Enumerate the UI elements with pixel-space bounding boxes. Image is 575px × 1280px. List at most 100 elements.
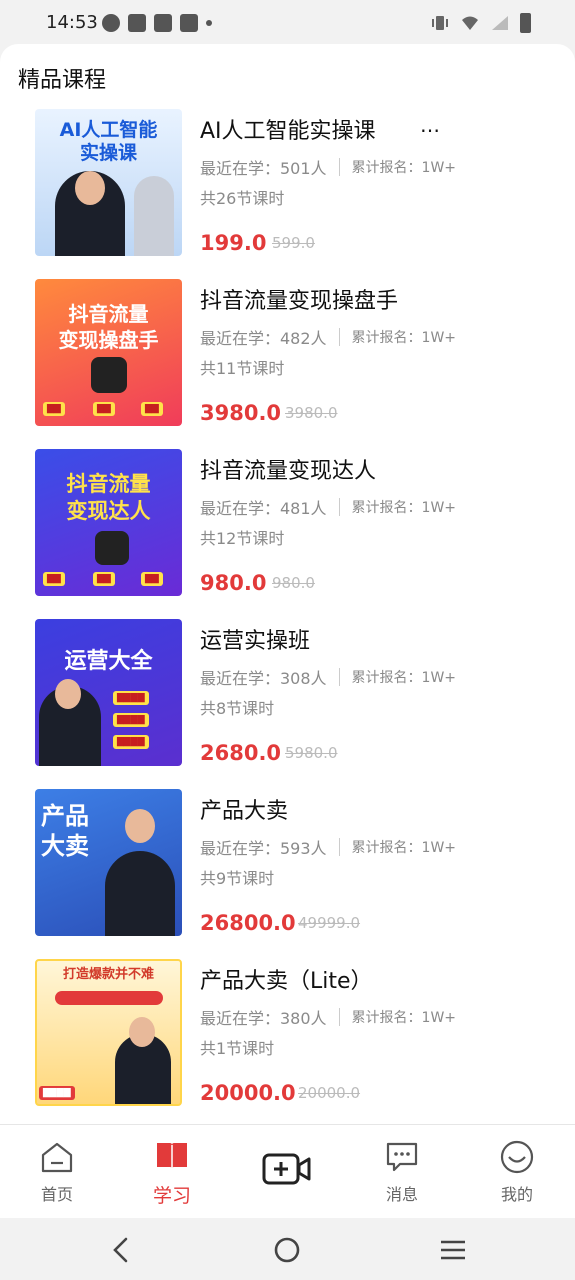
notification-icons bbox=[102, 14, 212, 32]
cover-text: 抖音流量 变现操盘手 bbox=[58, 302, 159, 352]
meta-divider bbox=[338, 668, 340, 686]
tab-mine[interactable]: 我的 bbox=[477, 1139, 557, 1205]
total-enrolled: 累计报名：1W+ bbox=[351, 1010, 457, 1026]
original-price: 5980.0 bbox=[285, 744, 338, 762]
section-title: 精品课程 bbox=[18, 68, 107, 93]
lesson-count: 共11节课时 bbox=[200, 359, 285, 378]
course-title: 运营实操班 bbox=[200, 629, 311, 654]
total-enrolled: 累计报名：1W+ bbox=[351, 500, 457, 516]
lesson-count: 共12节课时 bbox=[200, 529, 285, 548]
recent-learners: 最近在学：482人 bbox=[200, 329, 327, 348]
recent-learners: 最近在学：481人 bbox=[200, 499, 327, 518]
price: 980.0 bbox=[200, 571, 267, 595]
course-title: 抖音流量变现操盘手 bbox=[200, 289, 399, 314]
course-item[interactable]: AI人工智能 实操课 AI人工智能实操课 … 最近在学：501人 累计报名：1W… bbox=[0, 109, 575, 259]
lesson-count: 共8节课时 bbox=[200, 699, 275, 718]
tab-record[interactable] bbox=[247, 1151, 327, 1187]
tab-home[interactable]: 首页 bbox=[17, 1139, 97, 1205]
course-meta: 最近在学：482人 累计报名：1W+ bbox=[200, 325, 456, 349]
cover-tag: ▇▇ bbox=[43, 402, 65, 416]
tab-learn[interactable]: 学习 bbox=[132, 1139, 212, 1208]
instructor-face bbox=[75, 171, 105, 205]
tab-label: 我的 bbox=[500, 1185, 533, 1204]
cover-tag: ▇▇ bbox=[93, 572, 115, 586]
original-price: 980.0 bbox=[272, 574, 315, 592]
system-nav-bar bbox=[0, 1218, 575, 1280]
menu-icon[interactable] bbox=[438, 1235, 468, 1265]
video-camera-icon bbox=[262, 1153, 311, 1185]
course-title: 抖音流量变现达人 bbox=[200, 459, 377, 484]
robot-image bbox=[134, 176, 174, 256]
speed-icon bbox=[102, 14, 120, 32]
cover-text: 抖音流量 变现达人 bbox=[66, 472, 151, 523]
course-item[interactable]: 运营大全 ▇▇▇▇ ▇▇▇▇ ▇▇▇▇ 运营实操班 最近在学：308人 累计报名… bbox=[0, 619, 575, 769]
book-icon bbox=[157, 1143, 187, 1169]
course-list-page: 精品课程 AI人工智能 实操课 AI人工智能实操课 … 最近在学：501人 累计… bbox=[0, 44, 575, 1124]
home-icon bbox=[41, 1142, 73, 1173]
recent-learners: 最近在学：380人 bbox=[200, 1009, 327, 1028]
cover-tag: ▇▇▇▇ bbox=[113, 735, 149, 749]
course-cover: AI人工智能 实操课 bbox=[35, 109, 182, 256]
cover-tag: ▇▇▇▇ bbox=[113, 691, 149, 705]
course-title: 产品大卖 bbox=[200, 799, 289, 824]
instructor-face bbox=[129, 1017, 155, 1047]
meta-divider bbox=[338, 498, 340, 516]
course-item[interactable]: 产品 大卖 产品大卖 最近在学：593人 累计报名：1W+ 共9节课时 2680… bbox=[0, 789, 575, 939]
price: 20000.0 bbox=[200, 1081, 296, 1105]
meta-divider bbox=[338, 158, 340, 176]
tab-messages[interactable]: 消息 bbox=[362, 1139, 442, 1205]
cover-tag: ▇▇ bbox=[43, 572, 65, 586]
cover-text: 产品 大卖 bbox=[41, 802, 89, 860]
course-cover: 抖音流量 变现操盘手 ▇▇ ▇▇ ▇▇ bbox=[35, 279, 182, 426]
original-price: 599.0 bbox=[272, 234, 315, 252]
lesson-count: 共1节课时 bbox=[200, 1039, 275, 1058]
price: 26800.0 bbox=[200, 911, 296, 935]
cover-tag: ▇▇▇▇ bbox=[39, 1086, 75, 1100]
cover-tag: ▇▇ bbox=[93, 402, 115, 416]
lesson-count: 共9节课时 bbox=[200, 869, 275, 888]
total-enrolled: 累计报名：1W+ bbox=[351, 160, 457, 176]
course-cover: 产品 大卖 bbox=[35, 789, 182, 936]
status-time: 14:53 bbox=[46, 12, 98, 33]
tiktok-icon bbox=[91, 357, 127, 393]
cover-tag: ▇▇ bbox=[141, 572, 163, 586]
course-item[interactable]: 抖音流量 变现达人 ▇▇ ▇▇ ▇▇ 抖音流量变现达人 最近在学：481人 累计… bbox=[0, 449, 575, 599]
cover-text: AI人工智能 实操课 bbox=[59, 119, 158, 164]
back-icon[interactable] bbox=[106, 1235, 136, 1265]
recent-learners: 最近在学：593人 bbox=[200, 839, 327, 858]
more-notifications-icon bbox=[206, 20, 212, 26]
course-meta: 最近在学：501人 累计报名：1W+ bbox=[200, 155, 456, 179]
course-title: AI人工智能实操课 bbox=[200, 119, 376, 144]
recent-learners: 最近在学：501人 bbox=[200, 159, 327, 178]
course-meta: 最近在学：481人 累计报名：1W+ bbox=[200, 495, 456, 519]
tab-label: 消息 bbox=[385, 1185, 418, 1204]
course-meta: 最近在学：308人 累计报名：1W+ bbox=[200, 665, 456, 689]
mail-icon bbox=[180, 14, 198, 32]
instructor-face bbox=[55, 679, 81, 709]
lesson-count: 共26节课时 bbox=[200, 189, 285, 208]
course-meta: 最近在学：380人 累计报名：1W+ bbox=[200, 1005, 456, 1029]
smile-icon bbox=[500, 1140, 534, 1174]
course-meta: 最近在学：593人 累计报名：1W+ bbox=[200, 835, 456, 859]
cover-tag: ▇▇▇▇ bbox=[113, 713, 149, 727]
original-price: 49999.0 bbox=[298, 914, 361, 932]
meta-divider bbox=[338, 838, 340, 856]
system-icons bbox=[430, 13, 531, 33]
wifi-icon bbox=[462, 16, 478, 30]
meta-divider bbox=[338, 1008, 340, 1026]
course-cover: 抖音流量 变现达人 ▇▇ ▇▇ ▇▇ bbox=[35, 449, 182, 596]
mail-icon bbox=[128, 14, 146, 32]
price: 2680.0 bbox=[200, 741, 282, 765]
meta-divider bbox=[338, 328, 340, 346]
title-ellipsis: … bbox=[420, 113, 440, 137]
course-cover: 打造爆款并不难 ▇▇▇▇ bbox=[35, 959, 182, 1106]
battery-icon bbox=[520, 13, 531, 33]
course-item[interactable]: 抖音流量 变现操盘手 ▇▇ ▇▇ ▇▇ 抖音流量变现操盘手 最近在学：482人 … bbox=[0, 279, 575, 429]
course-cover: 运营大全 ▇▇▇▇ ▇▇▇▇ ▇▇▇▇ bbox=[35, 619, 182, 766]
bottom-tab-bar: 首页 学习 消息 我的 bbox=[0, 1124, 575, 1218]
signal-icon bbox=[492, 16, 508, 30]
course-item[interactable]: 打造爆款并不难 ▇▇▇▇ 产品大卖（Lite） 最近在学：380人 累计报名：1… bbox=[0, 959, 575, 1109]
original-price: 20000.0 bbox=[298, 1084, 361, 1102]
home-button-icon[interactable] bbox=[272, 1235, 302, 1265]
tab-label: 首页 bbox=[40, 1185, 73, 1204]
